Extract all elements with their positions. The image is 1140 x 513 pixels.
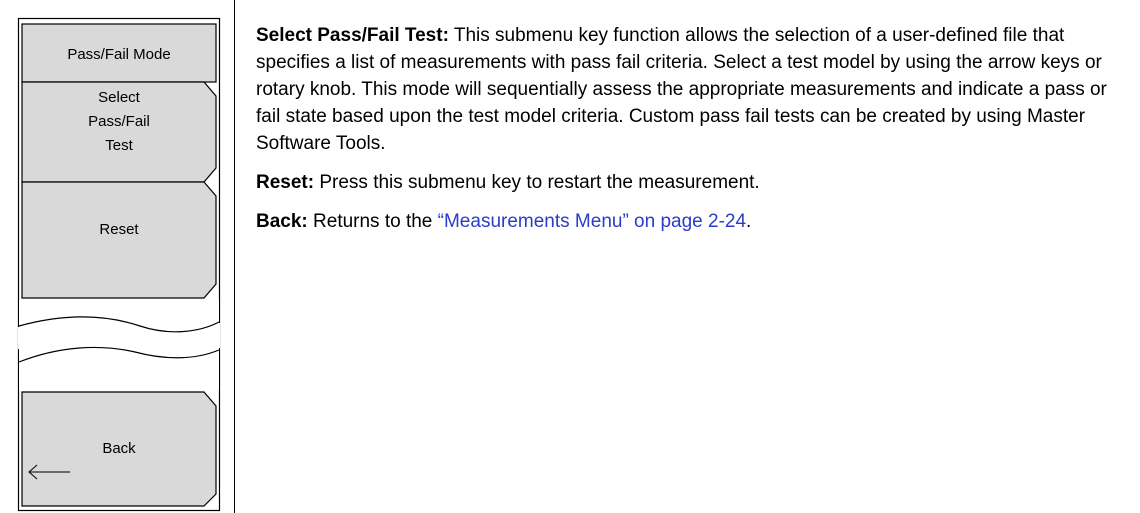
description-reset: Reset: Press this submenu key to restart…	[256, 169, 1136, 196]
term-reset: Reset:	[256, 172, 315, 193]
column-divider	[234, 0, 235, 513]
key-descriptions: Select Pass/Fail Test: This submenu key …	[256, 22, 1136, 247]
measurements-menu-link[interactable]: “Measurements Menu” on page 2-24	[438, 211, 746, 232]
select-key-line-3: Test	[105, 137, 133, 154]
submenu-panel: Pass/Fail Mode Select Pass/Fail Test Res…	[0, 0, 234, 513]
select-pass-fail-test-button[interactable]: Select Pass/Fail Test	[24, 86, 214, 158]
term-back: Back:	[256, 211, 308, 232]
description-back: Back: Returns to the “Measurements Menu”…	[256, 208, 1136, 235]
back-button[interactable]: Back	[24, 437, 214, 461]
description-select-pass-fail-test: Select Pass/Fail Test: This submenu key …	[256, 22, 1136, 157]
text-back-before: Returns to the	[307, 211, 438, 232]
reset-button[interactable]: Reset	[24, 218, 214, 242]
text-back-after: .	[746, 211, 752, 232]
left-arrow-icon	[28, 464, 70, 480]
text-reset: Press this submenu key to restart the me…	[314, 172, 760, 193]
select-key-line-1: Select	[98, 89, 140, 106]
menu-title: Pass/Fail Mode	[67, 46, 171, 63]
select-key-line-2: Pass/Fail	[88, 113, 150, 130]
term-select-pass-fail-test: Select Pass/Fail Test:	[256, 25, 449, 46]
